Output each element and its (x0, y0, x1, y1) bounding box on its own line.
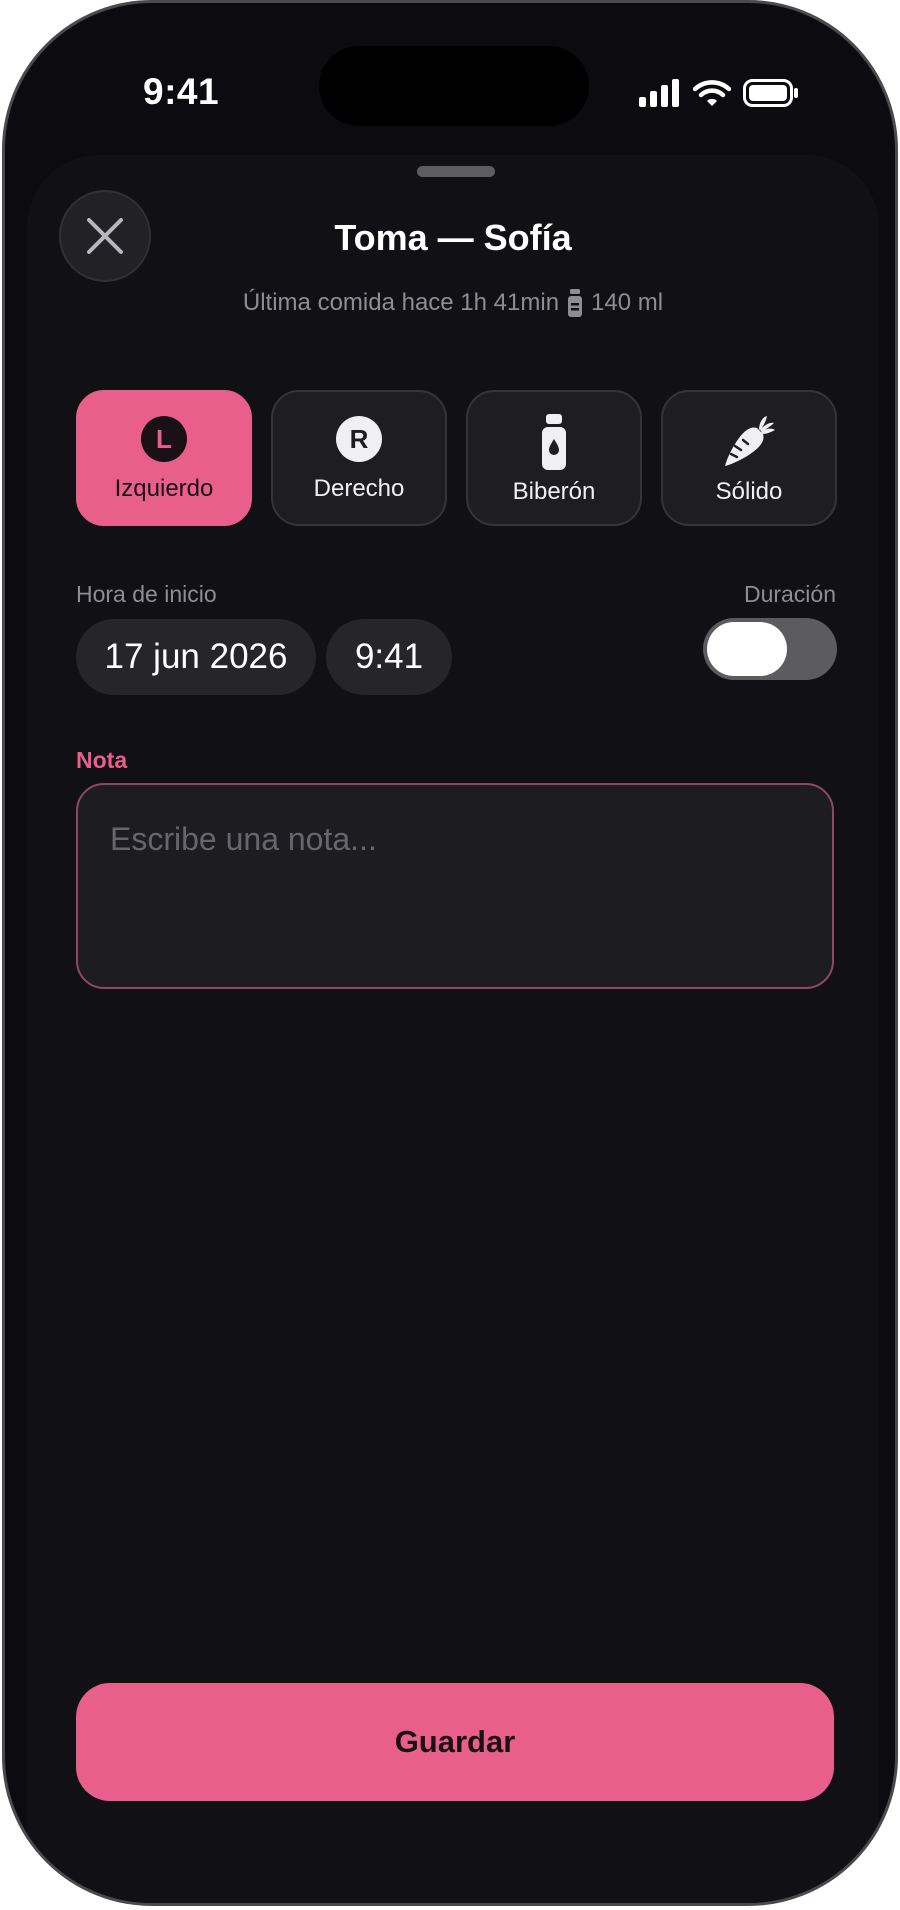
type-label: Derecho (313, 475, 405, 502)
type-label: Biberón (512, 478, 596, 505)
last-feeding-amount: 140 ml (591, 289, 664, 316)
feeding-type-selector: L Izquierdo R Derecho Biberón Sólido (76, 390, 837, 526)
duration-toggle[interactable] (703, 618, 837, 680)
save-button[interactable]: Guardar (76, 1683, 834, 1801)
last-feeding-text: Última comida hace 1h 41min (242, 289, 560, 316)
signal-icon (639, 79, 679, 107)
right-badge-icon: R (336, 416, 382, 462)
start-time-picker[interactable]: 9:41 (326, 619, 452, 695)
feeding-sheet: Toma — Sofía Última comida hace 1h 41min… (27, 155, 879, 1903)
carrot-icon (725, 416, 775, 466)
toggle-knob (707, 622, 787, 676)
type-label: Izquierdo (114, 475, 214, 502)
note-label: Nota (76, 747, 128, 773)
dynamic-island (319, 46, 589, 126)
battery-icon (743, 79, 798, 107)
last-feeding-info: Última comida hace 1h 41min 140 ml (27, 289, 879, 317)
bottle-icon (542, 414, 566, 470)
type-label: Sólido (715, 478, 783, 505)
phone-frame: 9:41 Toma — Sofía Última comida hace 1h … (2, 0, 898, 1906)
start-time-label: Hora de inicio (76, 581, 217, 607)
left-badge-icon: L (141, 416, 187, 462)
note-input[interactable] (76, 783, 834, 989)
type-left-breast[interactable]: L Izquierdo (76, 390, 252, 526)
status-bar: 9:41 (5, 3, 895, 153)
start-date-picker[interactable]: 17 jun 2026 (76, 619, 316, 695)
type-solid[interactable]: Sólido (661, 390, 837, 526)
wifi-icon (693, 80, 731, 106)
type-bottle[interactable]: Biberón (466, 390, 642, 526)
sheet-title: Toma — Sofía (334, 217, 572, 258)
bottle-icon (568, 289, 583, 317)
sheet-grabber[interactable] (417, 166, 495, 177)
duration-label: Duración (743, 581, 836, 607)
type-right-breast[interactable]: R Derecho (271, 390, 447, 526)
status-icons (639, 79, 799, 107)
status-time: 9:41 (143, 71, 220, 112)
